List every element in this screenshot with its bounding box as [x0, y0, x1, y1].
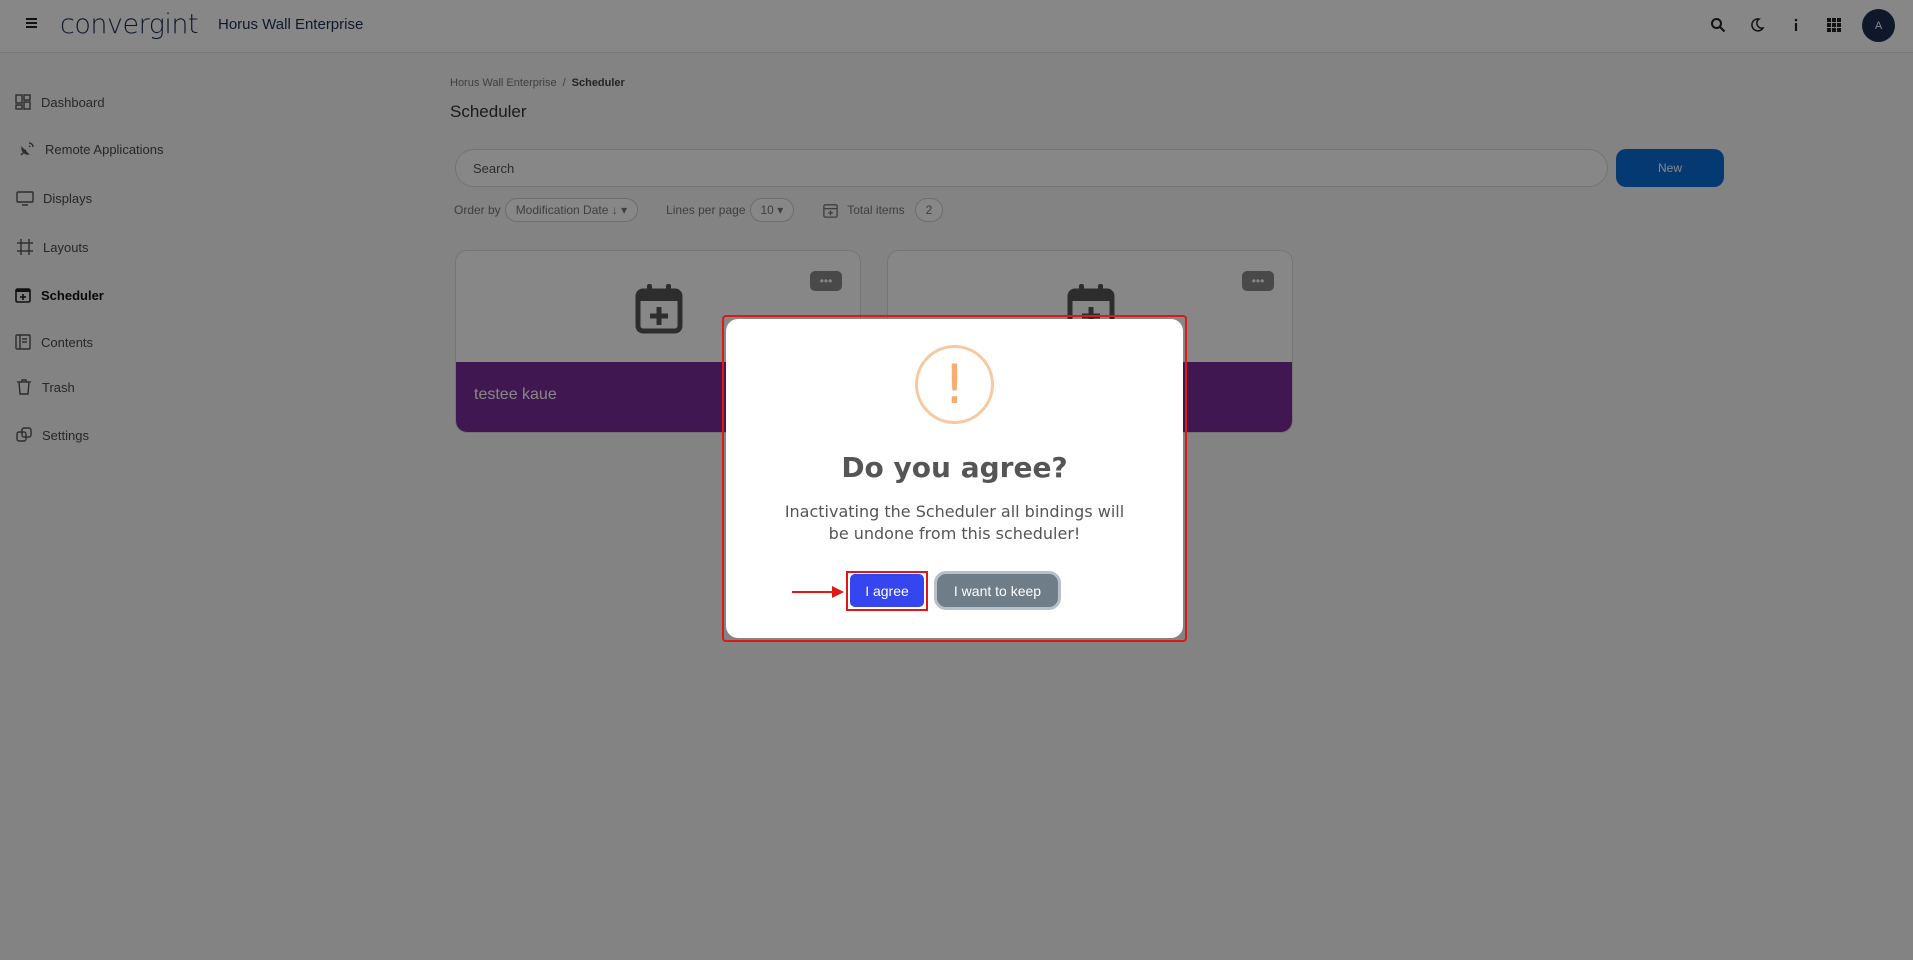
dialog-title: Do you agree? — [841, 451, 1068, 484]
warning-icon: ! — [915, 345, 994, 424]
agree-button[interactable]: I agree — [850, 574, 924, 607]
keep-button[interactable]: I want to keep — [934, 571, 1061, 610]
arrow-icon — [792, 586, 844, 598]
dialog-message: Inactivating the Scheduler all bindings … — [784, 502, 1125, 543]
